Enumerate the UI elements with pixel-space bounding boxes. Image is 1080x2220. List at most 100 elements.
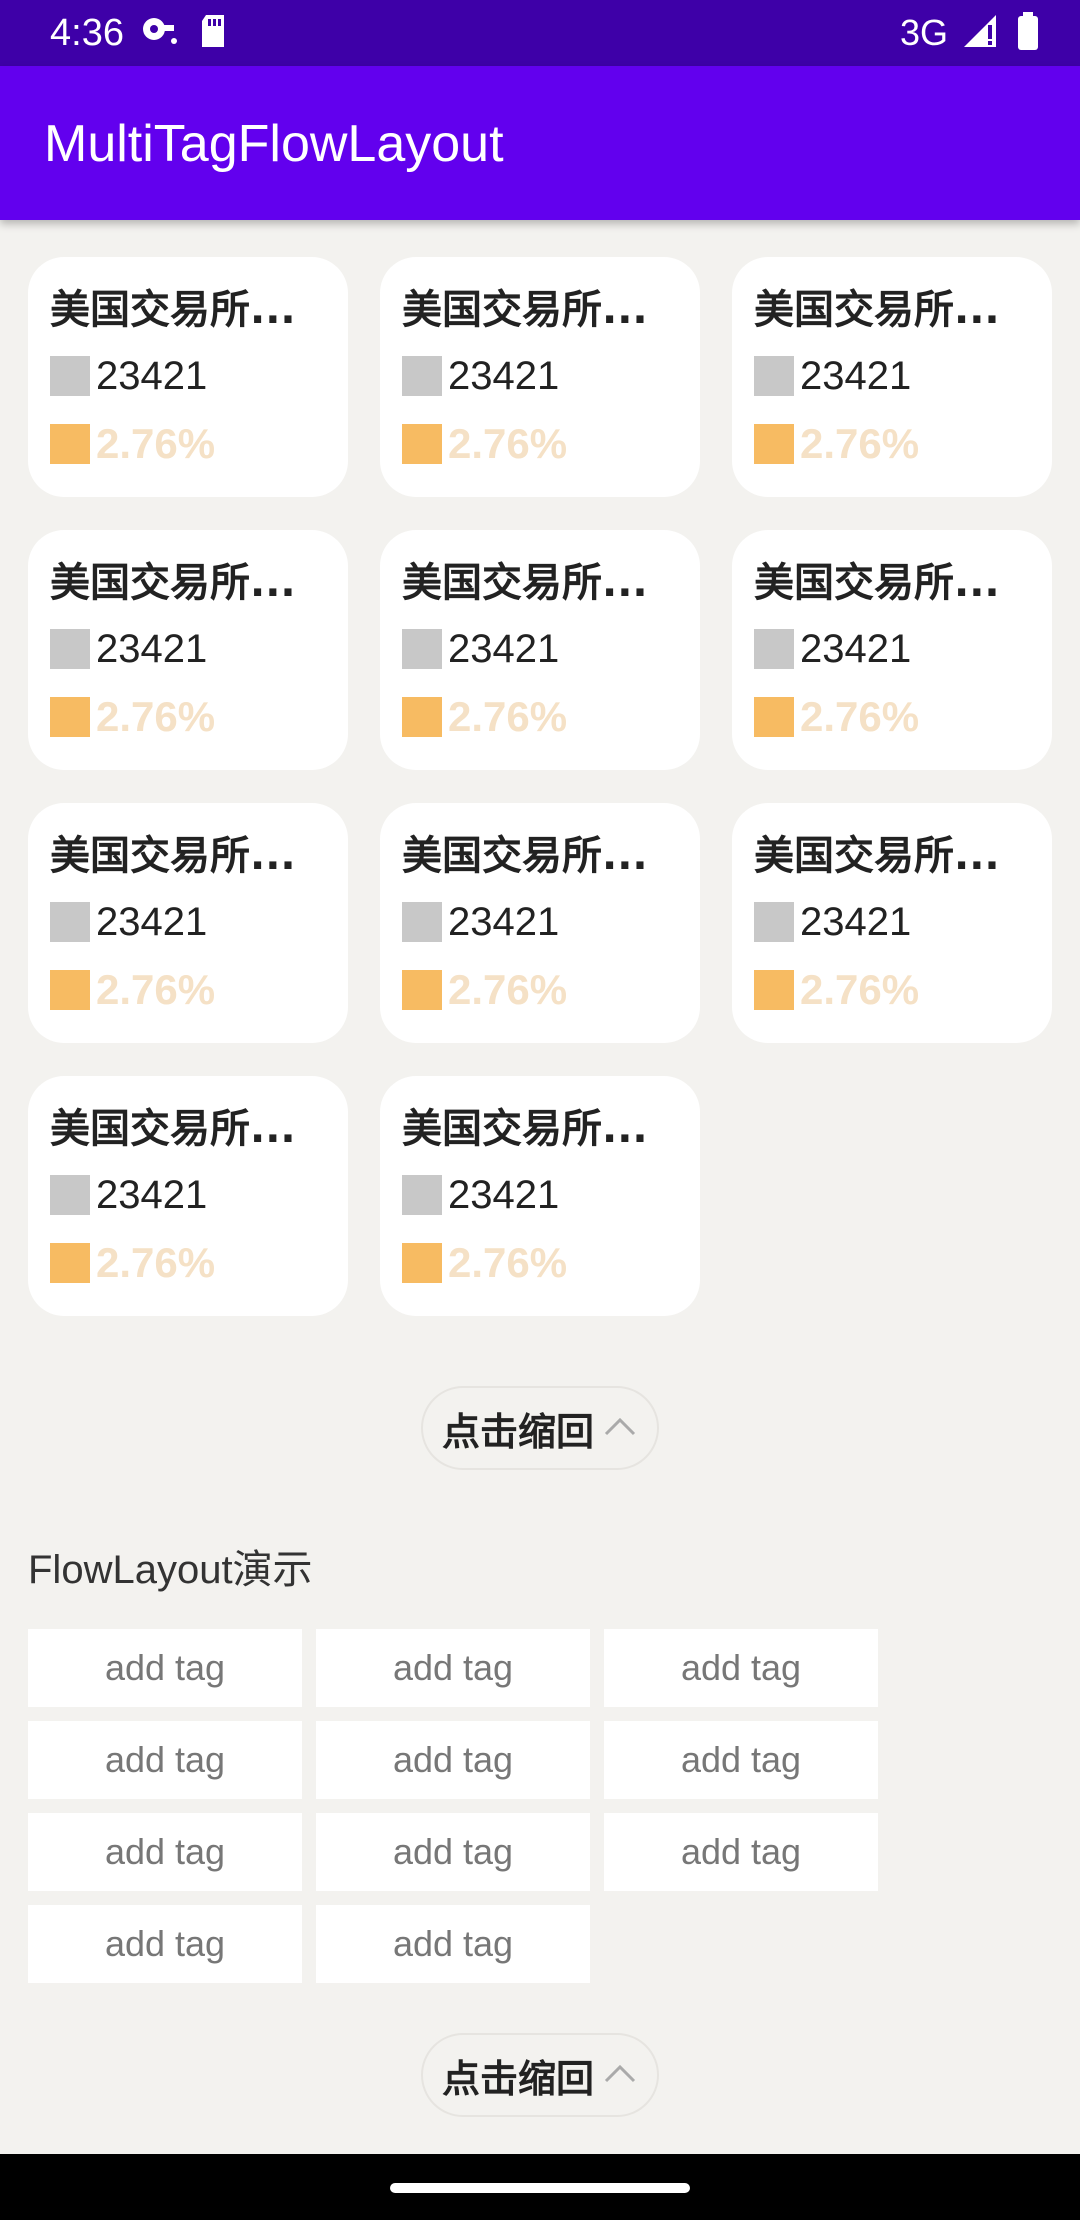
- status-system-icons: 3G: [900, 10, 1040, 56]
- card-count-row: 23421: [402, 899, 559, 945]
- vpn-key-icon: [140, 13, 180, 53]
- card-title: 美国交易所...: [50, 287, 296, 333]
- card-title: 美国交易所...: [50, 560, 296, 606]
- collapse-cards-button[interactable]: 点击缩回: [421, 1386, 659, 1470]
- card-count-row: 23421: [50, 1172, 207, 1218]
- stock-card[interactable]: 美国交易所... 23421 2.76%: [28, 803, 348, 1043]
- tag-item[interactable]: add tag: [316, 1813, 590, 1891]
- orange-square-icon: [754, 970, 794, 1010]
- collapse-label: 点击缩回: [441, 2056, 594, 2101]
- card-count: 23421: [96, 627, 208, 671]
- status-time: 4:36: [50, 12, 124, 54]
- orange-square-icon: [402, 1243, 442, 1283]
- app-bar: MultiTagFlowLayout: [0, 66, 1080, 220]
- multi-tag-cards-grid: 美国交易所... 23421 2.76% 美国交易所... 23421 2.76…: [28, 257, 1052, 1316]
- stock-card[interactable]: 美国交易所... 23421 2.76%: [732, 257, 1052, 497]
- card-percent: 2.76%: [448, 966, 568, 1013]
- tag-item[interactable]: add tag: [604, 1813, 878, 1891]
- card-percent-row: 2.76%: [402, 421, 567, 467]
- card-percent: 2.76%: [96, 1239, 216, 1286]
- card-count: 23421: [800, 354, 912, 398]
- chevron-up-icon: [602, 1414, 638, 1442]
- card-title: 美国交易所...: [402, 287, 648, 333]
- card-percent-row: 2.76%: [402, 1240, 567, 1286]
- gray-square-icon: [50, 629, 90, 669]
- tag-item[interactable]: add tag: [316, 1721, 590, 1799]
- card-count-row: 23421: [402, 1172, 559, 1218]
- card-title: 美国交易所...: [754, 833, 1000, 879]
- card-count-row: 23421: [754, 626, 911, 672]
- card-count-row: 23421: [50, 353, 207, 399]
- card-title: 美国交易所...: [754, 560, 1000, 606]
- stock-card[interactable]: 美国交易所... 23421 2.76%: [380, 257, 700, 497]
- status-bar: 4:36 3G: [0, 0, 1080, 66]
- card-count: 23421: [448, 1173, 560, 1217]
- card-title: 美国交易所...: [402, 833, 648, 879]
- gray-square-icon: [402, 902, 442, 942]
- stock-card[interactable]: 美国交易所... 23421 2.76%: [380, 530, 700, 770]
- card-percent: 2.76%: [448, 1239, 568, 1286]
- card-count-row: 23421: [50, 626, 207, 672]
- orange-square-icon: [50, 970, 90, 1010]
- gray-square-icon: [402, 356, 442, 396]
- collapse-tags-button[interactable]: 点击缩回: [421, 2033, 659, 2117]
- orange-square-icon: [50, 697, 90, 737]
- card-percent: 2.76%: [448, 420, 568, 467]
- signal-icon: [962, 13, 1002, 53]
- orange-square-icon: [50, 1243, 90, 1283]
- tag-item[interactable]: add tag: [28, 1905, 302, 1983]
- stock-card[interactable]: 美国交易所... 23421 2.76%: [28, 530, 348, 770]
- tag-item[interactable]: add tag: [604, 1721, 878, 1799]
- card-count: 23421: [96, 354, 208, 398]
- card-count-row: 23421: [50, 899, 207, 945]
- tag-item[interactable]: add tag: [604, 1629, 878, 1707]
- card-count: 23421: [96, 1173, 208, 1217]
- stock-card[interactable]: 美国交易所... 23421 2.76%: [28, 1076, 348, 1316]
- card-percent: 2.76%: [448, 693, 568, 740]
- orange-square-icon: [402, 424, 442, 464]
- stock-card[interactable]: 美国交易所... 23421 2.76%: [732, 803, 1052, 1043]
- flow-tags-grid: add tag add tag add tag add tag add tag …: [28, 1629, 878, 1983]
- card-title: 美国交易所...: [754, 287, 1000, 333]
- gray-square-icon: [402, 1175, 442, 1215]
- card-count: 23421: [800, 627, 912, 671]
- card-percent: 2.76%: [800, 420, 920, 467]
- card-title: 美国交易所...: [50, 1106, 296, 1152]
- card-count-row: 23421: [754, 353, 911, 399]
- card-percent: 2.76%: [800, 966, 920, 1013]
- stock-card[interactable]: 美国交易所... 23421 2.76%: [732, 530, 1052, 770]
- stock-card[interactable]: 美国交易所... 23421 2.76%: [28, 257, 348, 497]
- orange-square-icon: [402, 697, 442, 737]
- card-percent-row: 2.76%: [754, 694, 919, 740]
- orange-square-icon: [754, 424, 794, 464]
- card-percent-row: 2.76%: [50, 694, 215, 740]
- tag-item[interactable]: add tag: [28, 1721, 302, 1799]
- tag-item[interactable]: add tag: [316, 1905, 590, 1983]
- gray-square-icon: [754, 356, 794, 396]
- card-percent-row: 2.76%: [402, 967, 567, 1013]
- home-gesture-handle[interactable]: [390, 2183, 690, 2193]
- collapse-label: 点击缩回: [441, 1409, 594, 1454]
- orange-square-icon: [754, 697, 794, 737]
- card-percent: 2.76%: [96, 693, 216, 740]
- tag-item[interactable]: add tag: [316, 1629, 590, 1707]
- card-percent: 2.76%: [96, 420, 216, 467]
- card-title: 美国交易所...: [50, 833, 296, 879]
- card-count: 23421: [448, 627, 560, 671]
- card-count: 23421: [800, 900, 912, 944]
- card-percent: 2.76%: [800, 693, 920, 740]
- orange-square-icon: [50, 424, 90, 464]
- stock-card[interactable]: 美国交易所... 23421 2.76%: [380, 1076, 700, 1316]
- tag-item[interactable]: add tag: [28, 1629, 302, 1707]
- card-percent-row: 2.76%: [50, 421, 215, 467]
- card-percent-row: 2.76%: [754, 421, 919, 467]
- gray-square-icon: [50, 356, 90, 396]
- card-count-row: 23421: [402, 626, 559, 672]
- tag-item[interactable]: add tag: [28, 1813, 302, 1891]
- scroll-content[interactable]: 美国交易所... 23421 2.76% 美国交易所... 23421 2.76…: [0, 220, 1080, 2154]
- card-title: 美国交易所...: [402, 560, 648, 606]
- sd-card-icon: [198, 13, 228, 53]
- card-percent-row: 2.76%: [402, 694, 567, 740]
- card-title: 美国交易所...: [402, 1106, 648, 1152]
- stock-card[interactable]: 美国交易所... 23421 2.76%: [380, 803, 700, 1043]
